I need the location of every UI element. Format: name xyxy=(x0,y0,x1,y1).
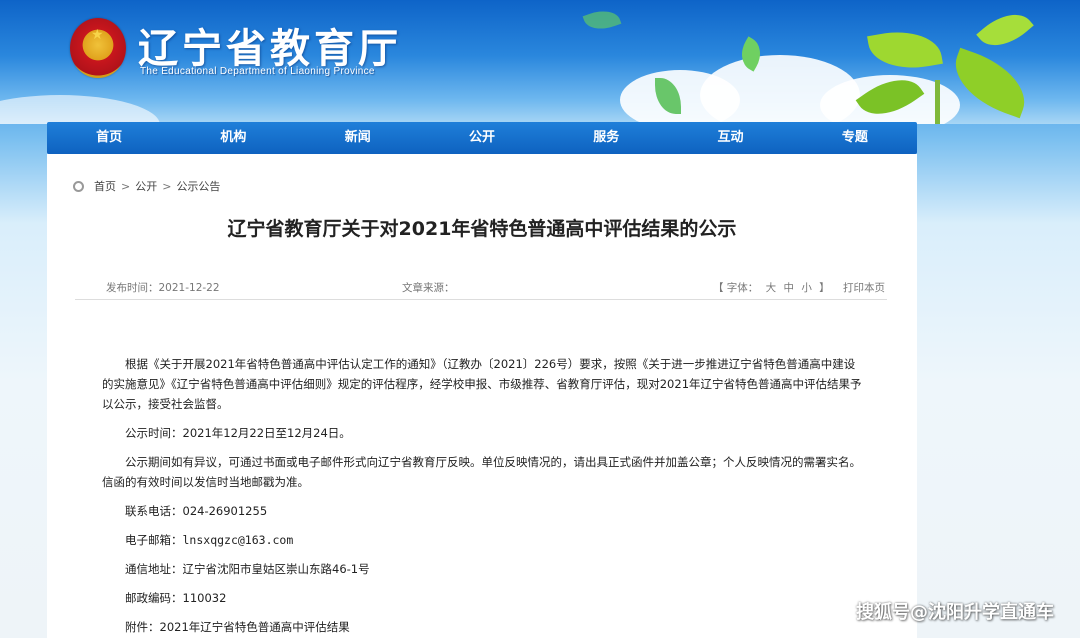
main-nav: 首页 机构 新闻 公开 服务 互动 专题 xyxy=(47,122,917,154)
article-meta: 发布时间：2021-12-22 文章来源： 【 字体： 大 中 小 】 打印本页 xyxy=(75,272,887,300)
font-size-small-button[interactable]: 小 xyxy=(801,282,812,294)
email-label: 电子邮箱： xyxy=(125,533,183,547)
article-tools: 【 字体： 大 中 小 】 打印本页 xyxy=(709,280,885,295)
breadcrumb: 首页 > 公开 > 公示公告 xyxy=(73,178,220,194)
font-size-large-button[interactable]: 大 xyxy=(766,282,777,294)
article-source: 文章来源： xyxy=(402,282,455,294)
print-button[interactable]: 打印本页 xyxy=(843,282,885,294)
nav-item-public[interactable]: 公开 xyxy=(420,122,544,154)
publish-date: 2021-12-22 xyxy=(158,282,220,294)
watermark: 搜狐号@沈阳升学直通车 xyxy=(856,602,1054,623)
breadcrumb-home[interactable]: 首页 xyxy=(94,178,116,194)
contact-phone: 联系电话：024-26901255 xyxy=(102,501,862,521)
site-subtitle: The Educational Department of Liaoning P… xyxy=(140,66,375,77)
article-title: 辽宁省教育厅关于对2021年省特色普通高中评估结果的公示 xyxy=(227,218,737,240)
font-size-label: 【 字体： xyxy=(712,282,759,294)
phone-value: 024-26901255 xyxy=(182,504,268,518)
article-body: 根据《关于开展2021年省特色普通高中评估认定工作的通知》（辽教办〔2021〕2… xyxy=(102,354,862,638)
paragraph: 公示期间如有异议，可通过书面或电子邮件形式向辽宁省教育厅反映。单位反映情况的，请… xyxy=(102,455,861,489)
font-size-close: 】 xyxy=(819,282,830,294)
address-label: 通信地址： xyxy=(125,562,183,576)
email-value[interactable]: lnsxqgzc@163.com xyxy=(183,533,294,547)
font-size-medium-button[interactable]: 中 xyxy=(783,282,794,294)
attachment-label: 附件： xyxy=(125,620,160,634)
star-icon: ★ xyxy=(91,27,104,43)
breadcrumb-separator: > xyxy=(121,179,131,193)
breadcrumb-separator: > xyxy=(162,179,172,193)
breadcrumb-announcements[interactable]: 公示公告 xyxy=(176,178,220,194)
phone-label: 联系电话： xyxy=(125,504,183,518)
nav-item-topics[interactable]: 专题 xyxy=(793,122,917,154)
contact-postcode: 邮政编码：110032 xyxy=(102,588,862,608)
national-emblem-icon: ★ xyxy=(70,18,126,78)
nav-item-interaction[interactable]: 互动 xyxy=(668,122,792,154)
publish-label: 发布时间： xyxy=(106,282,159,294)
postcode-label: 邮政编码： xyxy=(125,591,183,605)
leaf-decoration xyxy=(582,4,622,36)
nav-item-organization[interactable]: 机构 xyxy=(171,122,295,154)
article-panel: 首页 > 公开 > 公示公告 辽宁省教育厅关于对2021年省特色普通高中评估结果… xyxy=(47,154,917,638)
cloud-decoration xyxy=(0,95,160,124)
site-header: ★ 辽宁省教育厅 The Educational Department of L… xyxy=(0,0,1080,124)
contact-address: 通信地址：辽宁省沈阳市皇姑区崇山东路46-1号 xyxy=(102,559,862,579)
nav-item-home[interactable]: 首页 xyxy=(47,122,171,154)
attachment-link[interactable]: 2021年辽宁省特色普通高中评估结果 xyxy=(160,620,350,634)
location-icon xyxy=(73,180,84,192)
nav-item-news[interactable]: 新闻 xyxy=(296,122,420,154)
attachment: 附件：2021年辽宁省特色普通高中评估结果 xyxy=(102,617,862,637)
paragraph: 公示时间：2021年12月22日至12月24日。 xyxy=(125,426,351,440)
postcode-value: 110032 xyxy=(182,591,227,605)
nav-item-service[interactable]: 服务 xyxy=(544,122,668,154)
sprout-leaf xyxy=(976,2,1034,58)
contact-email: 电子邮箱：lnsxqgzc@163.com xyxy=(102,530,862,550)
publish-time: 发布时间：2021-12-22 xyxy=(106,280,220,295)
sprout-leaf xyxy=(867,24,943,76)
address-value: 辽宁省沈阳市皇姑区崇山东路46-1号 xyxy=(182,562,370,576)
paragraph: 根据《关于开展2021年省特色普通高中评估认定工作的通知》（辽教办〔2021〕2… xyxy=(102,357,862,411)
sprout-stem xyxy=(935,80,940,124)
breadcrumb-public[interactable]: 公开 xyxy=(135,178,157,194)
